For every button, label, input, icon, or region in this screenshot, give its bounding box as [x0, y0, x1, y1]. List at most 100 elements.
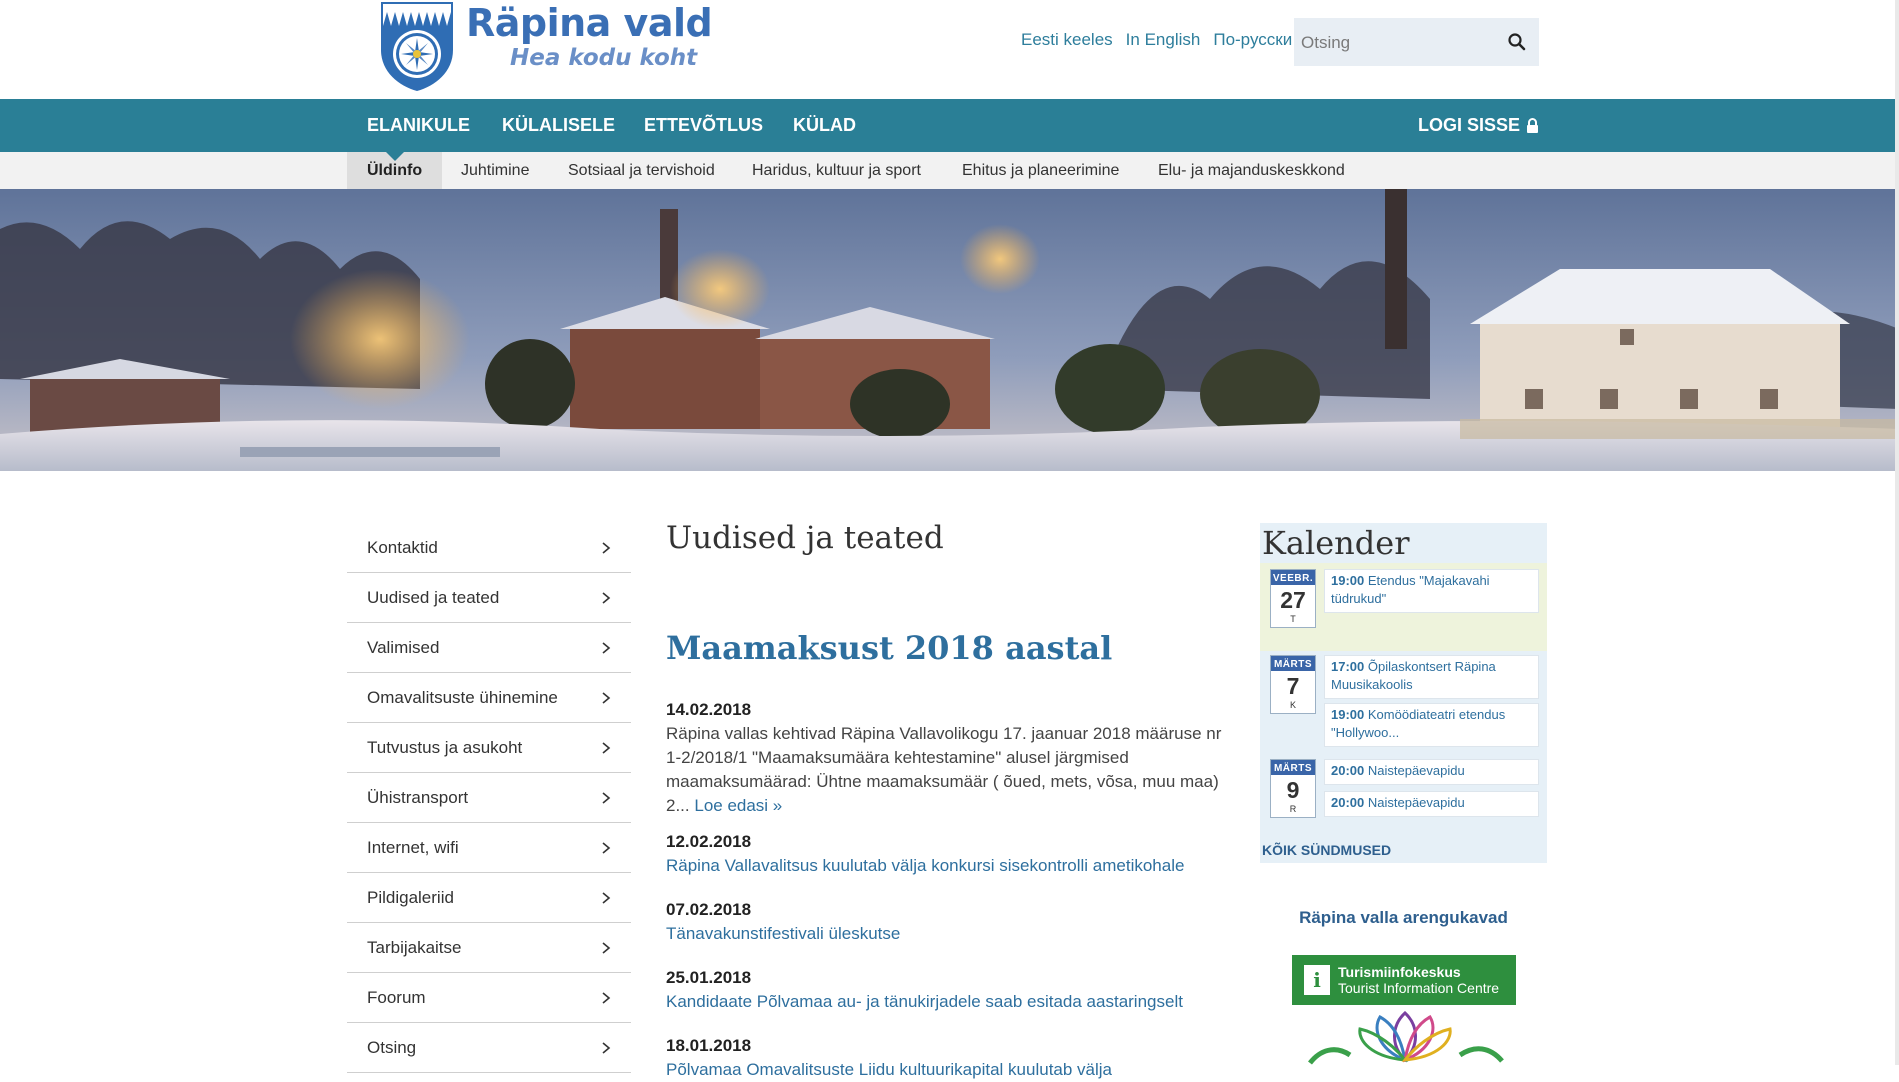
event-time: 20:00 [1331, 763, 1365, 778]
left-menu-item-valimised[interactable]: Valimised [347, 623, 631, 673]
left-menu-label: Omavalitsuste ühinemine [367, 688, 558, 707]
subnav-item-haridus[interactable]: Haridus, kultuur ja sport [752, 152, 921, 189]
left-menu-label: Internet, wifi [367, 838, 459, 857]
chevron-right-icon [602, 942, 611, 954]
chevron-right-icon [602, 792, 611, 804]
event-time: 17:00 [1331, 659, 1365, 674]
left-menu-item-pildigaleriid[interactable]: Pildigaleriid [347, 873, 631, 923]
info-icon: i [1304, 965, 1330, 995]
hero-banner-image [0, 189, 1899, 471]
event-title: Naistepäevapidu [1367, 763, 1465, 778]
lang-russian-link[interactable]: По-русски [1213, 30, 1292, 50]
chevron-right-icon [602, 742, 611, 754]
nav-item-kulalisele[interactable]: KÜLALISELE [502, 99, 615, 152]
left-menu-label: Otsing [367, 1038, 417, 1057]
left-menu-label: Tutvustus ja asukoht [367, 738, 523, 757]
calendar-date-badge: VEEBR. 27 T [1270, 569, 1316, 628]
sub-navigation: Üldinfo Juhtimine Sotsiaal ja tervishoid… [0, 152, 1899, 189]
event-time: 19:00 [1331, 573, 1365, 588]
chevron-right-icon [602, 692, 611, 704]
site-logo[interactable]: Räpina vald Hea kodu koht [378, 0, 713, 92]
page-title: Uudised ja teated [666, 520, 944, 556]
chevron-right-icon [602, 642, 611, 654]
read-more-link[interactable]: Loe edasi » [694, 796, 782, 815]
news-title-link[interactable]: Tänavakunstifestivali üleskutse [666, 922, 1236, 946]
chevron-right-icon [602, 592, 611, 604]
chevron-right-icon [602, 892, 611, 904]
left-menu-label: Ühistransport [367, 788, 469, 807]
subnav-item-juhtimine[interactable]: Juhtimine [461, 152, 529, 189]
left-menu-item-foorum[interactable]: Foorum [347, 973, 631, 1023]
calendar-event-link[interactable]: 20:00 Naistepäevapidu [1324, 759, 1539, 785]
news-title-link[interactable]: Kandidaate Põlvamaa au- ja tänukirjadele… [666, 990, 1236, 1014]
calendar-weekday: T [1290, 614, 1296, 624]
chevron-right-icon [602, 842, 611, 854]
left-menu-item-internet[interactable]: Internet, wifi [347, 823, 631, 873]
login-button[interactable]: LOGI SISSE [1418, 99, 1539, 152]
subnav-item-elu[interactable]: Elu- ja majanduskeskkond [1158, 152, 1345, 189]
news-item: 25.01.2018 Kandidaate Põlvamaa au- ja tä… [666, 966, 1236, 1014]
lang-english-link[interactable]: In English [1126, 30, 1201, 50]
chevron-right-icon [602, 1042, 611, 1054]
tic-subtitle: Tourist Information Centre [1338, 979, 1500, 996]
calendar-day: VEEBR. 27 T 19:00 Etendus "Majakavahi tü… [1260, 563, 1547, 651]
left-menu-item-tutvustus[interactable]: Tutvustus ja asukoht [347, 723, 631, 773]
article-title-link[interactable]: Maamaksust 2018 aastal [666, 628, 1112, 668]
news-item: 18.01.2018 Põlvamaa Omavalitsuste Liidu … [666, 1034, 1236, 1082]
calendar-day-number: 27 [1280, 587, 1306, 613]
calendar-weekday: K [1289, 700, 1296, 710]
left-menu-label: Kontaktid [367, 538, 438, 557]
lang-estonian-link[interactable]: Eesti keeles [1021, 30, 1113, 50]
calendar-title: Kalender [1262, 524, 1410, 562]
nav-item-elanikule[interactable]: ELANIKULE [367, 99, 470, 152]
left-menu-label: Tarbijakaitse [367, 938, 462, 957]
left-menu-item-otsing[interactable]: Otsing [347, 1023, 631, 1073]
left-menu-item-tarbijakaitse[interactable]: Tarbijakaitse [347, 923, 631, 973]
nav-item-ettevotlus[interactable]: ETTEVÕTLUS [644, 99, 763, 152]
development-plans-link[interactable]: Räpina valla arengukavad [1260, 908, 1547, 928]
lock-icon [1527, 118, 1539, 133]
calendar-event-link[interactable]: 20:00 Naistepäevapidu [1324, 791, 1539, 817]
news-date: 14.02.2018 [666, 700, 752, 719]
page-scrollbar[interactable] [1895, 0, 1899, 1065]
left-menu-item-uhinemine[interactable]: Omavalitsuste ühinemine [347, 673, 631, 723]
calendar-event-link[interactable]: 19:00 Etendus "Majakavahi tüdrukud" [1324, 569, 1539, 613]
left-menu-item-kontaktid[interactable]: Kontaktid [347, 524, 631, 573]
chevron-right-icon [602, 992, 611, 1004]
festival-logo-banner[interactable] [1280, 1005, 1530, 1065]
calendar-date-badge: MÄRTS 9 R [1270, 759, 1316, 818]
chevron-right-icon [602, 542, 611, 554]
left-menu-item-uudised[interactable]: Uudised ja teated [347, 573, 631, 623]
calendar-month: VEEBR. [1271, 570, 1315, 585]
news-title-link[interactable]: Räpina Vallavalitsus kuulutab välja konk… [666, 854, 1236, 878]
search-icon[interactable] [1507, 32, 1527, 52]
main-content: Uudised ja teated Maamaksust 2018 aastal… [666, 518, 1236, 1079]
search-input[interactable] [1299, 18, 1493, 68]
tourist-info-banner[interactable]: i Turismiinfokeskus Tourist Information … [1292, 955, 1516, 1005]
subnav-item-sotsiaal[interactable]: Sotsiaal ja tervishoid [568, 152, 715, 189]
login-label: LOGI SISSE [1418, 115, 1521, 135]
news-title-link[interactable]: Põlvamaa Omavalitsuste Liidu kultuurikap… [666, 1058, 1236, 1082]
news-item: 07.02.2018 Tänavakunstifestivali üleskut… [666, 898, 1236, 946]
left-menu-label: Foorum [367, 988, 426, 1007]
all-events-link[interactable]: KÕIK SÜNDMUSED [1262, 842, 1391, 858]
news-date: 12.02.2018 [666, 832, 752, 851]
news-date: 25.01.2018 [666, 968, 752, 987]
left-menu-item-uhistransport[interactable]: Ühistransport [347, 773, 631, 823]
calendar-event-link[interactable]: 19:00 Komöödiateatri etendus "Hollywoo..… [1324, 703, 1539, 747]
event-time: 20:00 [1331, 795, 1365, 810]
site-name: Räpina vald [466, 1, 713, 45]
calendar-event-link[interactable]: 17:00 Õpilaskontsert Räpina Muusikakooli… [1324, 655, 1539, 699]
nav-item-kulad[interactable]: KÜLAD [793, 99, 856, 152]
left-menu-label: Uudised ja teated [367, 588, 500, 607]
subnav-item-ehitus[interactable]: Ehitus ja planeerimine [962, 152, 1119, 189]
subnav-item-uldinfo[interactable]: Üldinfo [347, 152, 443, 189]
calendar-month: MÄRTS [1271, 656, 1315, 671]
coat-of-arms-icon [381, 2, 453, 91]
calendar-day: MÄRTS 9 R 20:00 Naistepäevapidu 20:00 Na… [1260, 755, 1547, 835]
left-side-menu: Kontaktid Uudised ja teated Valimised Om… [347, 524, 631, 1073]
calendar-day-number: 7 [1286, 673, 1300, 699]
news-date: 18.01.2018 [666, 1036, 752, 1055]
left-menu-label: Valimised [367, 638, 440, 657]
calendar-widget: Kalender VEEBR. 27 T 19:00 Etendus "Maja… [1260, 523, 1547, 863]
